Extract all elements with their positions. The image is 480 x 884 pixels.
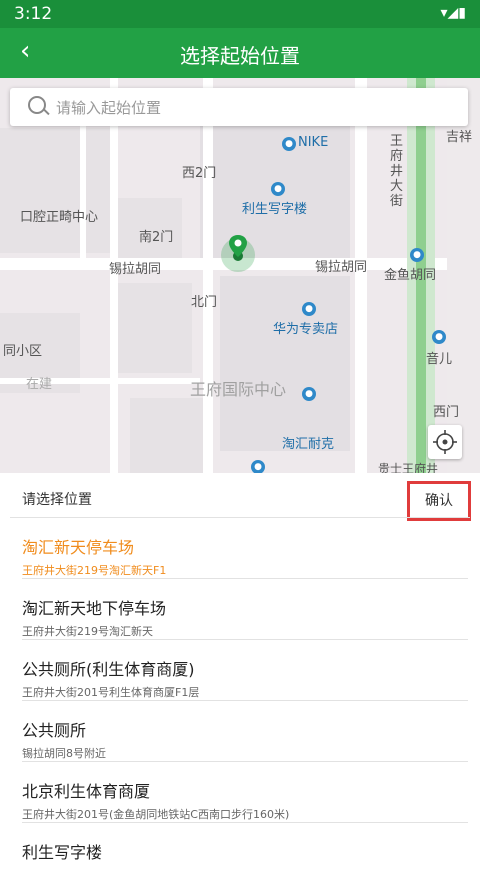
poi-icon: ● [282,137,296,151]
result-item[interactable]: 北京利生体育商厦 王府井大街201号(金鱼胡同地铁站C西南口步行160米) [0,762,480,823]
map-label-dental-center: 口腔正畸中心 [20,210,99,225]
map-label-nike: NIKE [298,135,329,150]
map-label-west-gate: 西门 [433,405,460,420]
crosshair-icon [433,430,457,454]
result-item[interactable]: 公共厕所 锡拉胡同8号附近 [0,701,480,762]
status-time: 3:12 [14,4,53,24]
search-input[interactable] [54,94,458,122]
result-address: 王府井大街219号淘汇新天 [22,625,153,638]
poi-icon: ● [432,330,446,344]
poi-icon: ● [251,460,265,473]
poi-icon: ● [271,182,285,196]
status-icons: ▾◢▮ [440,5,467,21]
map-label-taohui-nike: 淘汇耐克 [282,437,335,452]
map-label-xila-hutong-right: 锡拉胡同 [315,260,368,275]
page-title: 选择起始位置 [180,44,300,68]
location-pin-icon [221,233,257,277]
map-label-jinyu-hutong: 金鱼胡同 [384,268,437,283]
locate-me-button[interactable] [428,425,462,459]
result-name: 公共厕所(利生体育商厦) [22,660,195,679]
map-label-west-gate-2: 西2门 [182,166,217,181]
poi-icon: ● [302,302,316,316]
search-bar[interactable] [10,88,468,126]
result-name: 公共厕所 [22,721,87,740]
result-address: 王府井大街201号利生体育商厦F1层 [22,686,200,699]
poi-icon: ● [410,248,424,262]
choose-location-label: 请选择位置 [22,492,92,508]
result-item[interactable]: 利生写字楼 [0,823,480,884]
map-label-bottom-edge: 贵士王府井 [378,462,439,473]
map-label-community: 同小区 [3,344,43,359]
map-label-huawei-store: 华为专卖店 [273,322,339,337]
result-name: 利生写字楼 [22,843,103,862]
app-bar: ‹ 选择起始位置 [0,28,480,78]
map-label-south-gate-2: 南2门 [139,230,174,245]
result-item[interactable]: 淘汇新天地下停车场 王府井大街219号淘汇新天 [0,579,480,640]
map-label-wangfujing-avenue: 王府井大街 [390,134,404,209]
result-address: 王府井大街201号(金鱼胡同地铁站C西南口步行160米) [22,808,290,821]
confirm-row: 请选择位置 确认 [0,473,480,521]
map-label-yinger: 音儿 [426,352,453,367]
result-name: 淘汇新天地下停车场 [22,599,167,618]
location-results-list: 淘汇新天停车场 王府井大街219号淘汇新天F1 淘汇新天地下停车场 王府井大街2… [0,518,480,884]
result-item[interactable]: 公共厕所(利生体育商厦) 王府井大街201号利生体育商厦F1层 [0,640,480,701]
map-label-lisheng-office: 利生写字楼 [242,202,308,217]
map-label-jixiang: 吉祥 [446,130,473,145]
confirm-button[interactable]: 确认 [407,481,471,521]
map-label-under-construction: 在建 [26,377,53,392]
status-bar: 3:12 ▾◢▮ [0,0,480,28]
result-name: 北京利生体育商厦 [22,782,151,801]
result-name: 淘汇新天停车场 [22,538,135,557]
search-icon [28,96,46,114]
result-item[interactable]: 淘汇新天停车场 王府井大街219号淘汇新天F1 [0,518,480,579]
poi-icon: ● [302,387,316,401]
map-label-xila-hutong-left: 锡拉胡同 [109,262,162,277]
result-address: 王府井大街219号淘汇新天F1 [22,564,167,577]
result-address: 锡拉胡同8号附近 [22,747,106,760]
map-label-north-gate: 北门 [191,295,218,310]
map-label-wangfu-center: 王府国际中心 [190,380,287,399]
